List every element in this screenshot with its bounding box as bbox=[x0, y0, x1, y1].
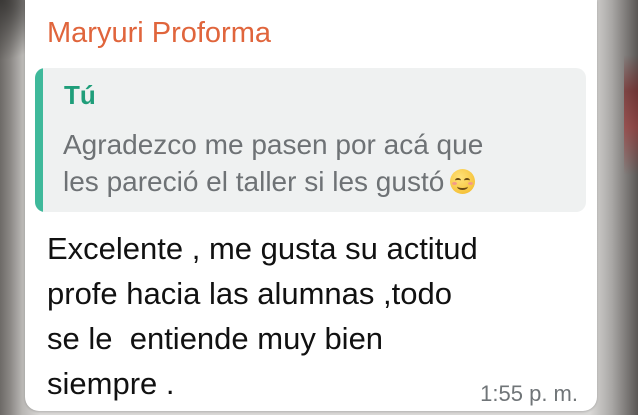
quoted-message[interactable]: Tú Agradezco me pasen por acá que les pa… bbox=[35, 68, 586, 212]
sender-name[interactable]: Maryuri Proforma bbox=[47, 17, 271, 50]
message-text: Excelente , me gusta su actitud profe ha… bbox=[47, 226, 478, 406]
quote-line: Agradezco me pasen por acá que bbox=[63, 129, 484, 160]
message-line: se le entiende muy bien bbox=[47, 321, 384, 356]
message-line: profe hacia las alumnas ,todo bbox=[47, 276, 452, 311]
quote-line: les pareció el taller si les gustó bbox=[63, 166, 445, 197]
quote-author: Tú bbox=[64, 80, 96, 110]
message-line: Excelente , me gusta su actitud bbox=[47, 231, 478, 266]
message-line: siempre . bbox=[47, 366, 175, 401]
quote-text: Agradezco me pasen por acá que les parec… bbox=[63, 126, 573, 200]
message-timestamp: 1:55 p. m. bbox=[480, 381, 578, 406]
smiling-face-icon bbox=[450, 169, 476, 194]
message-bubble[interactable]: Maryuri Proforma Tú Agradezco me pasen p… bbox=[25, 0, 597, 411]
background-edge bbox=[624, 55, 638, 175]
quote-accent-bar bbox=[35, 68, 43, 212]
quote-line-with-emoji: les pareció el taller si les gustó bbox=[63, 163, 573, 200]
